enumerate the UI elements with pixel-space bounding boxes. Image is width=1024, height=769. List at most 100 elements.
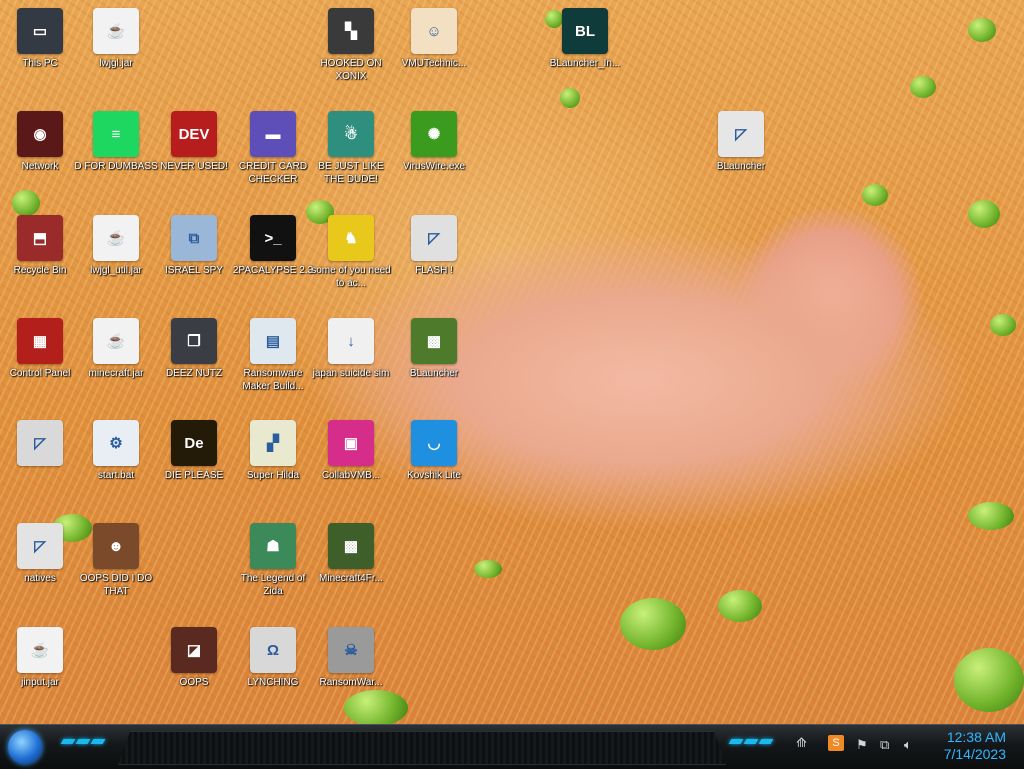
desktop-icon-label: VMUTechnic... [401, 58, 467, 69]
desktop-icon[interactable]: ☗ The Legend of Zida [230, 523, 316, 598]
taskbar: ⟰ S ⚑ ⧉ 🔈︎ 12:38 AM 7/14/2023 [0, 724, 1024, 769]
sublime-text-icon[interactable]: S [828, 735, 844, 751]
show-hidden-icons-chevron-icon[interactable]: ⟰ [796, 735, 807, 751]
desktop-icon-label: RansomWar... [319, 677, 383, 688]
dreamweaver-icon: De [171, 420, 217, 466]
java-jar-icon: ☕ [93, 215, 139, 261]
desktop-icon-label: BE JUST LIKE THE DUDE! [318, 161, 384, 185]
wallpaper-pea [968, 18, 996, 42]
desktop-icon[interactable]: ⧉ ISRAEL SPY [151, 215, 237, 277]
volume-icon[interactable]: 🔈︎ [904, 737, 912, 753]
desktop-icon-label: jinput.jar [21, 677, 59, 688]
folder-icon: ◸ [17, 523, 63, 569]
desktop-icon[interactable]: ▣ CollabVMB... [308, 420, 394, 482]
java-jar-icon: ☕ [93, 318, 139, 364]
desktop-icon[interactable]: ◸ BLauncher [698, 111, 784, 173]
credit-card-icon: ▬ [250, 111, 296, 157]
desktop-icon[interactable]: ↓ japan suicide sim [308, 318, 394, 380]
desktop-icon-label: CREDIT CARD CHECKER [238, 161, 308, 185]
desktop-icon[interactable]: BL BLauncher_In... [542, 8, 628, 70]
desktop-icon-label: Control Panel [9, 368, 71, 379]
desktop-icon-label: lwjgl_util.jar [90, 265, 142, 276]
desktop-icon[interactable]: ▩ Minecraft4Fr... [308, 523, 394, 585]
desktop-icon[interactable]: ◡ Kovshik Lite [391, 420, 477, 482]
desktop-icon[interactable]: ◉ Network [0, 111, 83, 173]
desktop-icon[interactable]: >_ 2PACALYPSE 2.3 [230, 215, 316, 277]
desktop-icon[interactable]: ◪ OOPS [151, 627, 237, 689]
desktop-icon-label: ISRAEL SPY [165, 265, 223, 276]
desktop-icon[interactable]: De DIE PLEASE [151, 420, 237, 482]
desktop-icon[interactable]: ≡ D FOR DUMBASS [73, 111, 159, 173]
java-jar-icon: ☕ [17, 627, 63, 673]
desktop-icon[interactable]: ☃ BE JUST LIKE THE DUDE! [308, 111, 394, 186]
taskbar-window-area[interactable] [118, 731, 726, 765]
desktop-icon[interactable]: ◸ FLASH ! [391, 215, 477, 277]
desktop-icon[interactable]: ▩ BLauncher [391, 318, 477, 380]
desktop-icon[interactable]: Ω LYNCHING [230, 627, 316, 689]
desktop-icon-label: Kovshik Lite [407, 470, 461, 481]
desktop-icon[interactable]: ◸ natives [0, 523, 83, 585]
desktop-icon[interactable]: ▞ Super Hilda [230, 420, 316, 482]
wallpaper-pea [344, 690, 408, 726]
dude-icon: ☃ [328, 111, 374, 157]
desktop-icon-label: lwjgl.jar [99, 58, 133, 69]
desktop-icon-label: minecraft.jar [88, 368, 144, 379]
taskbar-decoration-lights [60, 739, 106, 744]
desktop-icon-label: start.bat [97, 470, 135, 481]
wallpaper-pea [954, 648, 1024, 712]
pixel-cat-icon: ▞ [250, 420, 296, 466]
desktop-icon[interactable]: ⬒ Recycle Bin [0, 215, 83, 277]
desktop-icon[interactable]: ♞ some of you need to ac... [308, 215, 394, 290]
computer-icon: ▭ [17, 8, 63, 54]
desktop-icon[interactable]: DEV NEVER USED! [151, 111, 237, 173]
system-clock[interactable]: 12:38 AM 7/14/2023 [944, 729, 1006, 763]
desktop-icon[interactable]: ☕ lwjgl_util.jar [73, 215, 159, 277]
desktop-icon[interactable]: ✺ VirusWire.exe [391, 111, 477, 173]
desktop-icon[interactable]: ▚ HOOKED ON XONIX [308, 8, 394, 83]
spy-network-icon: ⧉ [171, 215, 217, 261]
brown-box-icon: ◪ [171, 627, 217, 673]
wallpaper-pea [968, 502, 1014, 530]
desktop-icon[interactable]: ▦ Control Panel [0, 318, 83, 380]
blue-ladle-icon: ◡ [411, 420, 457, 466]
wallpaper-pea [990, 314, 1016, 336]
desktop-icon[interactable]: ☠ RansomWar... [308, 627, 394, 689]
desktop-icon-label: DIE PLEASE [164, 470, 224, 481]
desktop-icon[interactable]: ☺ VMUTechnic... [391, 8, 477, 70]
desktop-icon-label: VirusWire.exe [402, 161, 466, 172]
xonix-game-icon: ▚ [328, 8, 374, 54]
network-tray-icon[interactable]: ⧉ [880, 737, 889, 753]
desktop-icon-label: The Legend of Zida [240, 573, 306, 597]
wallpaper-pea [560, 88, 580, 108]
desktop-icon-label: LYNCHING [247, 677, 299, 688]
desktop-icon-label: DEEZ NUTZ [165, 368, 223, 379]
start-orb-icon[interactable] [8, 730, 42, 764]
wallpaper-pea [620, 598, 686, 650]
desktop-icon[interactable]: ❐ DEEZ NUTZ [151, 318, 237, 380]
desktop-icon-label: BLauncher_In... [549, 58, 621, 69]
stacked-windows-icon: ❐ [171, 318, 217, 364]
desktop-icon[interactable]: ▤ Ransomware Maker Build... [230, 318, 316, 393]
green-app-icon: ≡ [93, 111, 139, 157]
wallpaper-pea [862, 184, 888, 206]
desktop-icon[interactable]: ▬ CREDIT CARD CHECKER [230, 111, 316, 186]
desktop-icon[interactable]: ☕ jinput.jar [0, 627, 83, 689]
java-jar-icon: ☕ [93, 8, 139, 54]
network-icon: ◉ [17, 111, 63, 157]
desktop-icon-label: natives [24, 573, 56, 584]
desktop-icon-label: FLASH ! [415, 265, 453, 276]
desktop-icon[interactable]: ▭ This PC [0, 8, 83, 70]
desktop-icon[interactable]: ☕ lwjgl.jar [73, 8, 159, 70]
desktop-icon[interactable]: ☕ minecraft.jar [73, 318, 159, 380]
desktop-icon-label: CollabVMB... [321, 470, 381, 481]
desktop-icon-label: HOOKED ON XONIX [320, 58, 382, 82]
desktop-icon[interactable]: ☻ OOPS DID I DO THAT [73, 523, 159, 598]
desktop-icon[interactable]: ⚙ start.bat [73, 420, 159, 482]
desktop-icon-label: Ransomware Maker Build... [242, 368, 304, 392]
desktop-icon-label: This PC [22, 58, 58, 69]
wallpaper-pea [12, 190, 40, 216]
desktop-icon-label: japan suicide sim [312, 368, 390, 379]
action-center-flag-icon[interactable]: ⚑ [856, 737, 868, 753]
moose-icon: ♞ [328, 215, 374, 261]
desktop-icon[interactable]: ◸ [0, 420, 83, 469]
